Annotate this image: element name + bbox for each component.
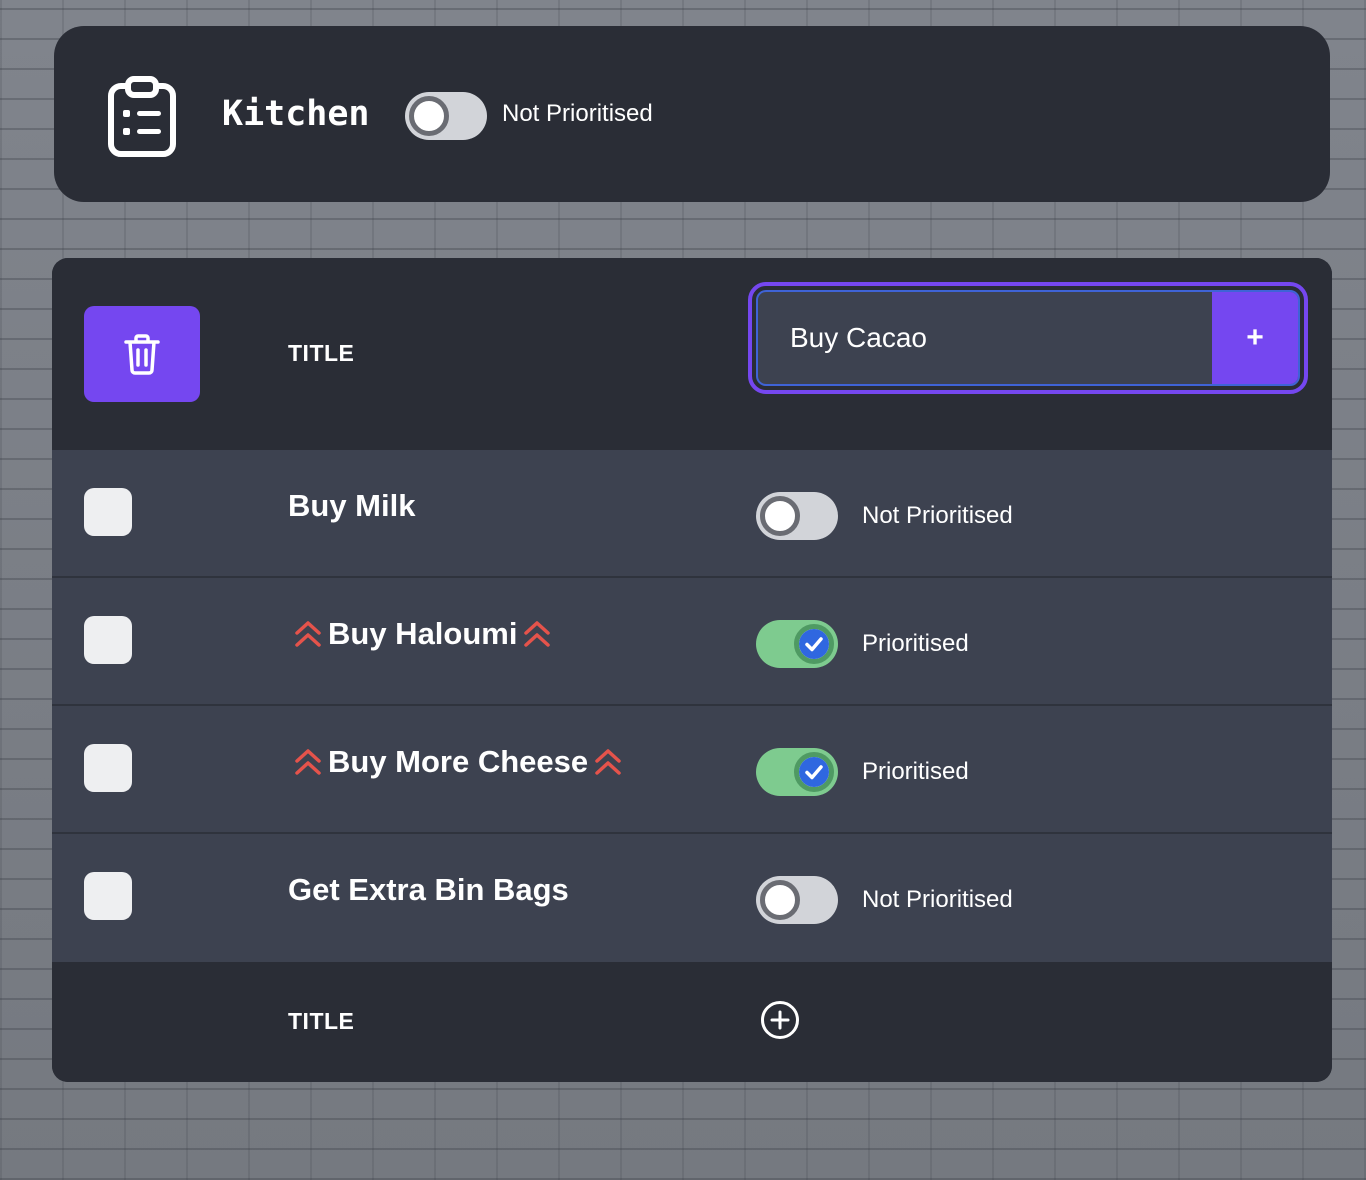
row-title: Get Extra Bin Bags (288, 872, 569, 908)
row-priority-label: Not Prioritised (862, 886, 1013, 913)
row-title-text: Get Extra Bin Bags (288, 872, 569, 907)
toggle-knob (794, 752, 834, 792)
row-priority-toggle[interactable] (756, 748, 838, 796)
priority-chevrons-icon (295, 749, 321, 775)
toggle-knob (794, 624, 834, 664)
new-item-input[interactable] (758, 292, 1212, 384)
row-priority-label: Prioritised (862, 758, 969, 785)
toggle-knob (409, 96, 449, 136)
check-icon (799, 629, 829, 659)
plus-circle-icon[interactable] (760, 1000, 800, 1040)
delete-selected-button[interactable] (84, 306, 200, 402)
row-priority-toggle[interactable] (756, 492, 838, 540)
row-title: Buy More Cheese (294, 744, 622, 780)
row-title-text: Buy More Cheese (328, 744, 589, 779)
priority-chevrons-icon (295, 621, 321, 647)
row-title-text: Buy Haloumi (328, 616, 518, 651)
table-footer: TITLE (52, 962, 1332, 1082)
row-checkbox[interactable] (84, 872, 132, 920)
check-icon (799, 757, 829, 787)
row-checkbox[interactable] (84, 744, 132, 792)
clipboard-list-icon (108, 76, 176, 157)
table-row: Buy More Cheese Prioritised (52, 706, 1332, 834)
row-priority-toggle[interactable] (756, 620, 838, 668)
todo-table: TITLE + Buy Milk Not Prioritised Buy Hal… (52, 258, 1332, 1082)
table-header: TITLE + (52, 258, 1332, 450)
column-header-title: TITLE (288, 340, 355, 366)
table-row: Get Extra Bin Bags Not Prioritised (52, 834, 1332, 962)
list-priority-toggle[interactable] (405, 92, 487, 140)
priority-chevrons-icon (524, 621, 551, 647)
add-item-button[interactable]: + (1212, 292, 1298, 384)
row-title: Buy Milk (288, 488, 415, 524)
toggle-knob (760, 496, 800, 536)
new-item-form: + (748, 282, 1308, 394)
priority-chevrons-icon (595, 749, 621, 775)
list-title: Kitchen (222, 94, 370, 134)
toggle-knob (760, 880, 800, 920)
row-priority-label: Not Prioritised (862, 502, 1013, 529)
row-checkbox[interactable] (84, 616, 132, 664)
list-priority-label: Not Prioritised (502, 100, 653, 127)
footer-column-title: TITLE (288, 1008, 355, 1034)
row-priority-label: Prioritised (862, 630, 969, 657)
row-title: Buy Haloumi (294, 616, 551, 652)
row-title-text: Buy Milk (288, 488, 416, 523)
row-priority-toggle[interactable] (756, 876, 838, 924)
row-checkbox[interactable] (84, 488, 132, 536)
trash-icon (124, 334, 160, 375)
new-item-input-group: + (756, 290, 1300, 386)
table-row: Buy Haloumi Prioritised (52, 578, 1332, 706)
table-row: Buy Milk Not Prioritised (52, 450, 1332, 578)
